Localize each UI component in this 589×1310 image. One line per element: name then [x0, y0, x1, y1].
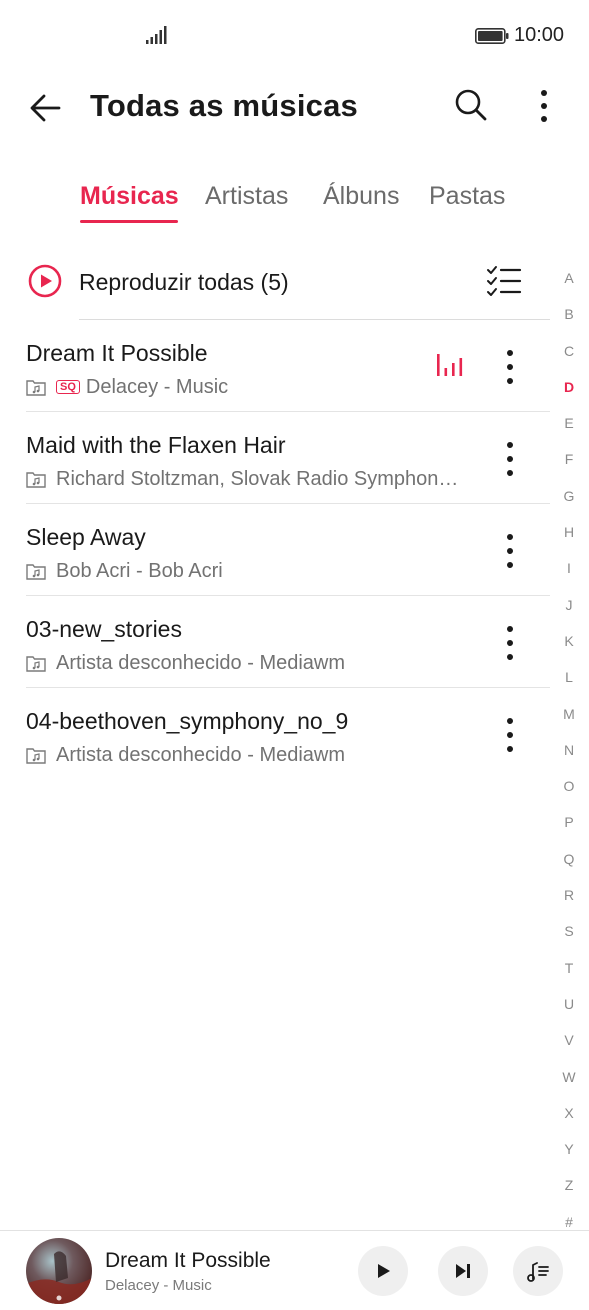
tab-musicas[interactable]: Músicas — [80, 182, 179, 211]
play-all-label[interactable]: Reproduzir todas (5) — [79, 269, 289, 296]
mini-player-title: Dream It Possible — [105, 1249, 271, 1272]
more-options-button[interactable] — [526, 86, 562, 126]
tab-bar: Músicas Artistas Álbuns Pastas — [0, 178, 589, 228]
next-button[interactable] — [438, 1246, 488, 1296]
alphabet-letter[interactable]: G — [554, 484, 584, 520]
tab-pastas[interactable]: Pastas — [429, 182, 505, 211]
song-artist-album: Artista desconhecido - Mediawm — [56, 743, 346, 766]
alphabet-letter[interactable]: L — [554, 665, 584, 701]
more-vertical-icon — [507, 442, 513, 476]
song-subtitle-row: SQ Delacey - Music — [26, 375, 228, 399]
multi-select-button[interactable] — [486, 264, 522, 298]
song-more-button[interactable] — [498, 440, 522, 478]
alphabet-letter[interactable]: C — [554, 339, 584, 375]
song-more-button[interactable] — [498, 624, 522, 662]
local-music-folder-icon — [26, 564, 46, 580]
play-icon — [378, 1264, 390, 1278]
song-artist-album: Richard Stoltzman, Slovak Radio Symphon… — [56, 467, 459, 490]
mini-player-artist: Delacey - Music — [105, 1277, 212, 1294]
song-row[interactable]: 03-new_stories Artista desconhecido - Me… — [0, 596, 550, 688]
status-bar: 10:00 — [0, 0, 589, 72]
alphabet-letter[interactable]: S — [554, 919, 584, 955]
battery-icon — [475, 28, 509, 44]
local-music-folder-icon — [26, 748, 46, 764]
alphabet-letter[interactable]: N — [554, 738, 584, 774]
sq-quality-badge: SQ — [56, 380, 80, 394]
alphabet-letter[interactable]: H — [554, 520, 584, 556]
song-list: Dream It Possible SQ Delacey - Music Mai… — [0, 320, 550, 780]
song-title: Maid with the Flaxen Hair — [26, 432, 286, 458]
song-artist-album: Bob Acri - Bob Acri — [56, 559, 223, 582]
song-artist-album: Artista desconhecido - Mediawm — [56, 651, 346, 674]
app-header: Todas as músicas — [0, 72, 589, 142]
song-title: 03-new_stories — [26, 616, 182, 642]
alphabet-letter[interactable]: M — [554, 702, 584, 738]
alphabet-letter[interactable]: V — [554, 1028, 584, 1064]
song-subtitle-row: Artista desconhecido - Mediawm — [26, 651, 345, 675]
alphabet-letter[interactable]: Q — [554, 847, 584, 883]
song-title: Dream It Possible — [26, 340, 208, 366]
alphabet-letter[interactable]: D — [554, 375, 584, 411]
more-vertical-icon — [507, 350, 513, 384]
active-tab-indicator — [80, 220, 178, 223]
song-more-button[interactable] — [498, 716, 522, 754]
equalizer-icon — [437, 354, 463, 376]
tab-albuns[interactable]: Álbuns — [323, 182, 399, 211]
back-button[interactable] — [26, 88, 66, 128]
play-button[interactable] — [358, 1246, 408, 1296]
alphabet-letter[interactable]: U — [554, 992, 584, 1028]
song-artist-album: Delacey - Music — [85, 375, 229, 398]
playlist-button[interactable] — [513, 1246, 563, 1296]
next-icon — [456, 1264, 470, 1278]
alphabet-letter[interactable]: R — [554, 883, 584, 919]
alphabet-letter[interactable]: F — [554, 447, 584, 483]
tab-artistas[interactable]: Artistas — [205, 182, 288, 211]
song-row[interactable]: Dream It Possible SQ Delacey - Music — [0, 320, 550, 412]
more-vertical-icon — [507, 718, 513, 752]
song-subtitle-row: Richard Stoltzman, Slovak Radio Symphon… — [26, 467, 458, 491]
song-row[interactable]: Sleep Away Bob Acri - Bob Acri — [0, 504, 550, 596]
alphabet-letter[interactable]: Y — [554, 1137, 584, 1173]
song-more-button[interactable] — [498, 348, 522, 386]
search-icon — [455, 89, 487, 121]
song-title: 04-beethoven_symphony_no_9 — [26, 708, 349, 734]
alphabet-letter[interactable]: T — [554, 956, 584, 992]
local-music-folder-icon — [26, 380, 46, 396]
page-title: Todas as músicas — [90, 88, 358, 123]
alphabet-letter[interactable]: B — [554, 302, 584, 338]
local-music-folder-icon — [26, 656, 46, 672]
alphabet-letter[interactable]: W — [554, 1065, 584, 1101]
search-button[interactable] — [452, 86, 490, 124]
alphabet-letter[interactable]: Z — [554, 1173, 584, 1209]
alphabet-index[interactable]: A B C D E F G H I J K L M N O P Q R S T U V W X Y Z # — [554, 266, 584, 1246]
local-music-folder-icon — [26, 472, 46, 488]
alphabet-letter[interactable]: J — [554, 593, 584, 629]
song-subtitle-row: Artista desconhecido - Mediawm — [26, 743, 345, 767]
more-vertical-icon — [507, 626, 513, 660]
signal-icon — [146, 26, 167, 44]
status-time: 10:00 — [514, 24, 565, 46]
song-more-button[interactable] — [498, 532, 522, 570]
alphabet-letter[interactable]: O — [554, 774, 584, 810]
song-row[interactable]: Maid with the Flaxen Hair Richard Stoltz… — [0, 412, 550, 504]
playlist-icon — [527, 1262, 549, 1282]
song-row[interactable]: 04-beethoven_symphony_no_9 Artista desco… — [0, 688, 550, 780]
mini-player[interactable]: Dream It Possible Delacey - Music — [0, 1230, 589, 1310]
alphabet-letter[interactable]: E — [554, 411, 584, 447]
multi-select-list-icon — [487, 266, 522, 296]
alphabet-letter[interactable]: A — [554, 266, 584, 302]
more-vertical-icon — [541, 90, 547, 122]
alphabet-letter[interactable]: I — [554, 556, 584, 592]
play-circle-icon — [28, 264, 62, 298]
song-title: Sleep Away — [26, 524, 146, 550]
alphabet-letter[interactable]: K — [554, 629, 584, 665]
back-arrow-icon — [30, 94, 61, 122]
play-all-row[interactable]: Reproduzir todas (5) — [0, 256, 550, 312]
alphabet-letter[interactable]: X — [554, 1101, 584, 1137]
album-art-image — [26, 1238, 92, 1304]
album-art[interactable] — [26, 1238, 92, 1304]
more-vertical-icon — [507, 534, 513, 568]
song-subtitle-row: Bob Acri - Bob Acri — [26, 559, 223, 583]
alphabet-letter[interactable]: P — [554, 810, 584, 846]
